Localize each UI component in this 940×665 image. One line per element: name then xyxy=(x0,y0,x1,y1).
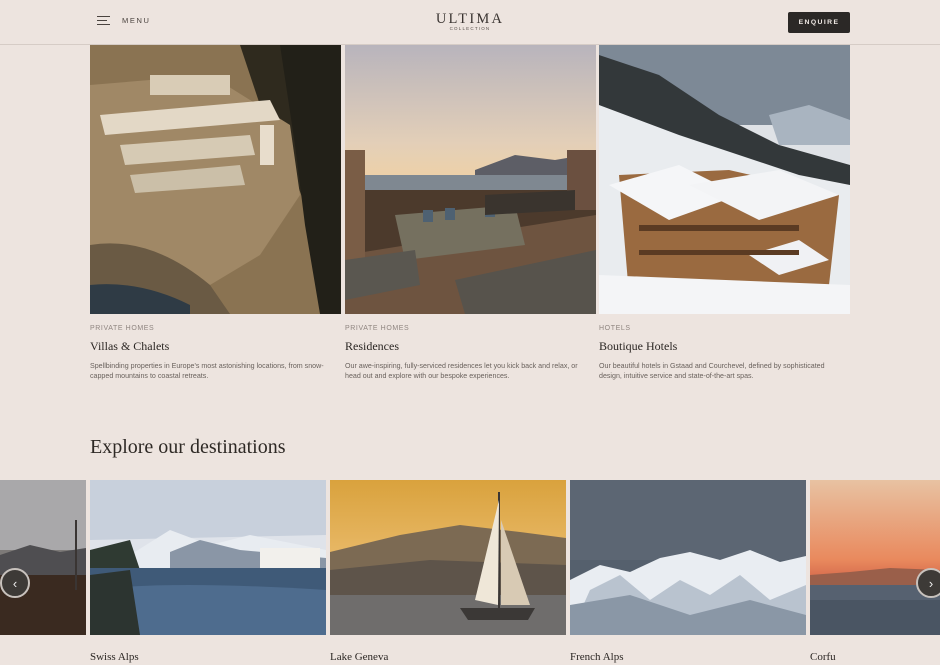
card-category: HOTELS xyxy=(599,325,631,332)
enquire-button[interactable]: ENQUIRE xyxy=(788,12,850,33)
destinations-heading: Explore our destinations xyxy=(90,436,286,458)
chevron-left-icon: ‹ xyxy=(12,575,18,591)
card-title[interactable]: Villas & Chalets xyxy=(90,339,341,354)
boutique-hotels-image xyxy=(599,45,850,314)
french-alps-image xyxy=(570,480,806,635)
destination-slide-partial-left[interactable] xyxy=(0,480,86,635)
card-title[interactable]: Boutique Hotels xyxy=(599,339,850,354)
card-description: Our beautiful hotels in Gstaad and Courc… xyxy=(599,362,825,380)
partial-left-image xyxy=(0,480,86,635)
lake-geneva-image xyxy=(330,480,566,635)
card-category: PRIVATE HOMES xyxy=(90,325,155,332)
destination-slide-swiss-alps[interactable] xyxy=(90,480,326,635)
card-boutique-hotels[interactable]: HOTELS Boutique Hotels Our beautiful hot… xyxy=(599,45,850,381)
destination-name[interactable]: Corfu xyxy=(810,651,836,663)
destination-slide-corfu[interactable] xyxy=(810,480,940,635)
card-title[interactable]: Residences xyxy=(345,339,596,354)
chevron-right-icon: › xyxy=(928,575,934,591)
carousel-next-button[interactable]: › xyxy=(916,568,940,598)
residences-image xyxy=(345,45,596,314)
card-residences[interactable]: PRIVATE HOMES Residences Our awe-inspiri… xyxy=(345,45,596,381)
carousel-prev-button[interactable]: ‹ xyxy=(0,568,30,598)
destination-name[interactable]: French Alps xyxy=(570,651,623,663)
site-header: MENU ULTIMA COLLECTION ENQUIRE xyxy=(0,0,940,45)
card-description: Spellbinding properties in Europe's most… xyxy=(90,362,324,380)
destination-slide-lake-geneva[interactable] xyxy=(330,480,566,635)
card-category: PRIVATE HOMES xyxy=(345,325,410,332)
card-description: Our awe-inspiring, fully-serviced reside… xyxy=(345,362,578,380)
corfu-image xyxy=(810,480,940,635)
card-villas[interactable]: PRIVATE HOMES Villas & Chalets Spellbind… xyxy=(90,45,341,381)
swiss-alps-image xyxy=(90,480,326,635)
destination-slide-french-alps[interactable] xyxy=(570,480,806,635)
villas-image xyxy=(90,45,341,314)
destination-name[interactable]: Lake Geneva xyxy=(330,651,388,663)
destination-name[interactable]: Swiss Alps xyxy=(90,651,139,663)
